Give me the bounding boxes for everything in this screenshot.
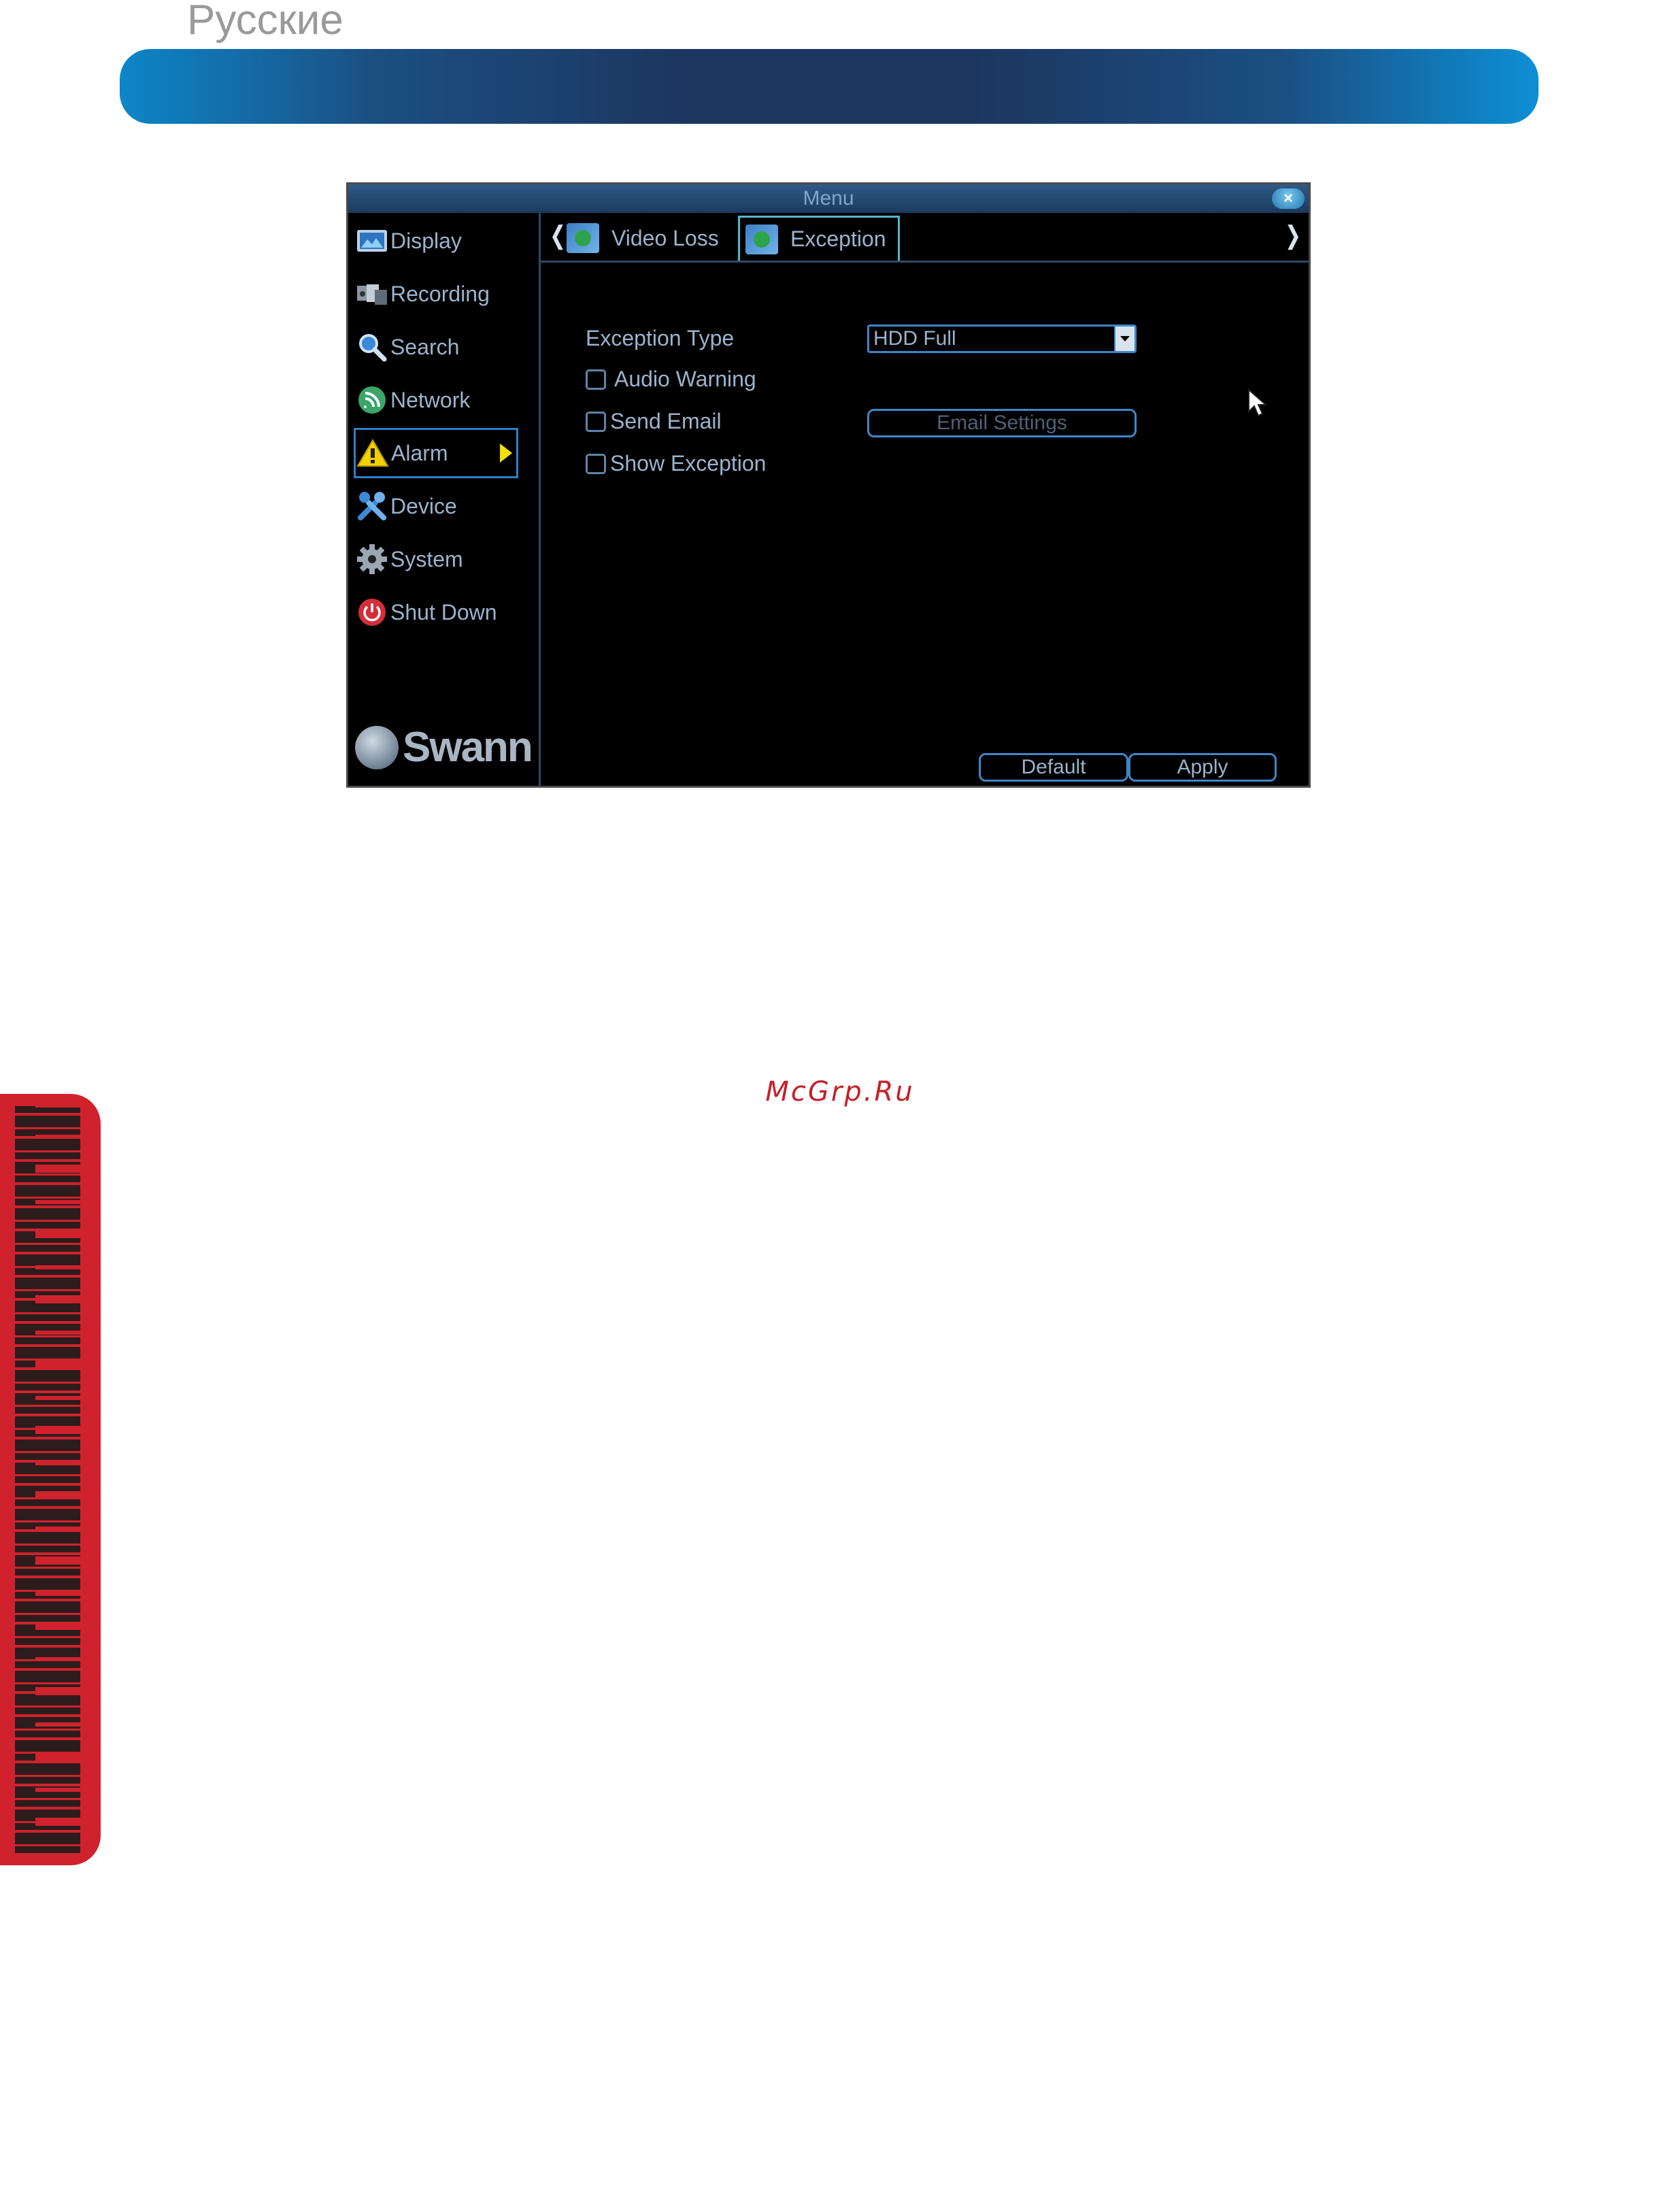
brand-logo: Swann [355,723,533,771]
network-icon [355,384,389,416]
window-title: Menu [803,187,854,210]
email-settings-button[interactable]: Email Settings [867,409,1137,437]
active-arrow-icon [500,444,512,463]
exception-type-label: Exception Type [586,326,735,350]
window-titlebar: Menu × [348,184,1309,213]
close-button[interactable]: × [1272,188,1305,209]
search-icon [355,331,389,363]
menu-sidebar: Display Recording Search Network Alarm D… [348,213,541,786]
exception-icon [745,224,778,254]
tab-label: Exception [790,227,886,251]
tab-exception[interactable]: Exception [738,216,900,261]
sidebar-item-network[interactable]: Network [355,375,522,425]
tab-video-loss[interactable]: Video Loss [561,216,731,261]
sidebar-item-search[interactable]: Search [355,322,522,372]
display-icon [355,225,389,256]
dvr-menu-window: Menu × Display Recording Search Network … [346,182,1311,788]
recording-icon [355,278,389,310]
close-icon: × [1283,189,1293,207]
sidebar-item-label: System [390,546,463,571]
settings-panel: ❬ Video Loss Exception ❭ Exception Type … [541,213,1309,786]
power-icon [355,597,389,628]
watermark: McGrp.Ru [765,1076,915,1107]
video-loss-icon [567,223,599,253]
show-exception-checkbox[interactable] [586,454,606,474]
sidebar-item-alarm[interactable]: Alarm [354,428,518,478]
show-exception-label: Show Exception [610,451,767,476]
sidebar-item-display[interactable]: Display [355,216,522,266]
sidebar-item-device[interactable]: Device [355,481,522,531]
brand-name: Swann [403,724,533,771]
sidebar-item-system[interactable]: System [355,534,522,584]
sidebar-item-label: Recording [390,281,490,306]
exception-type-select[interactable]: HDD Full [867,324,1137,353]
sidebar-item-label: Shut Down [390,599,497,624]
audio-warning-checkbox[interactable] [586,369,606,390]
tab-bar: ❬ Video Loss Exception ❭ [541,213,1309,263]
sidebar-item-recording[interactable]: Recording [355,269,522,319]
sidebar-item-label: Device [390,493,457,518]
sidebar-item-label: Alarm [391,440,448,465]
audio-warning-label: Audio Warning [614,367,756,391]
tab-next-button[interactable]: ❭ [1283,221,1303,250]
sidebar-item-shut-down[interactable]: Shut Down [355,587,522,637]
sidebar-item-label: Display [390,228,462,253]
sidebar-item-label: Search [390,334,460,359]
send-email-checkbox[interactable] [586,412,606,432]
device-tools-icon [355,490,389,522]
language-label: Русские [187,0,343,44]
header-banner [120,49,1539,124]
alarm-warning-icon [356,437,390,469]
sidebar-item-label: Network [390,387,471,412]
system-gear-icon [355,544,389,575]
apply-button[interactable]: Apply [1128,753,1277,782]
side-tab-pattern [15,1105,80,1853]
mouse-cursor-icon [1248,388,1268,417]
side-tab [0,1094,101,1865]
swann-logo-icon [355,725,399,769]
chevron-down-icon[interactable] [1114,327,1135,351]
send-email-label: Send Email [610,409,722,433]
tab-label: Video Loss [611,225,719,250]
exception-type-value: HDD Full [873,327,956,350]
default-button[interactable]: Default [979,753,1128,782]
